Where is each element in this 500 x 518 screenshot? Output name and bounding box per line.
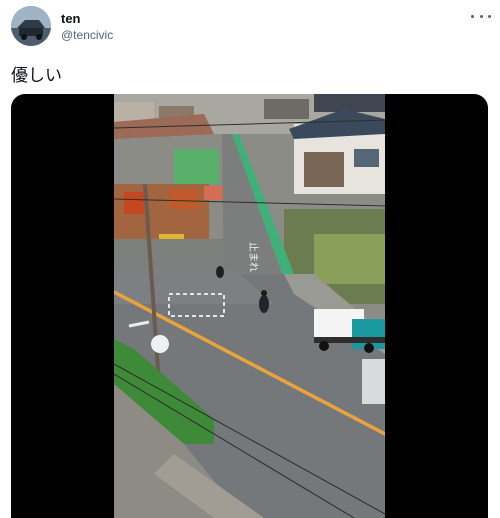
street-scene: 止まれ bbox=[114, 94, 385, 518]
more-dot bbox=[479, 14, 483, 18]
author-handle[interactable]: @tencivic bbox=[61, 28, 113, 42]
more-dot bbox=[488, 14, 491, 18]
video-frame[interactable]: 止まれ bbox=[114, 94, 385, 518]
more-options-icon[interactable] bbox=[471, 8, 491, 24]
more-dot bbox=[471, 14, 474, 18]
road-marking-text: 止まれ bbox=[247, 242, 259, 272]
author-name[interactable]: ten bbox=[61, 11, 81, 26]
avatar[interactable] bbox=[11, 6, 51, 46]
tweet-video[interactable]: 止まれ bbox=[11, 94, 488, 518]
tweet-card: ten @tencivic 優しい 止まれ bbox=[0, 0, 500, 518]
tweet-text: 優しい bbox=[11, 66, 62, 86]
avatar-image bbox=[11, 6, 51, 46]
